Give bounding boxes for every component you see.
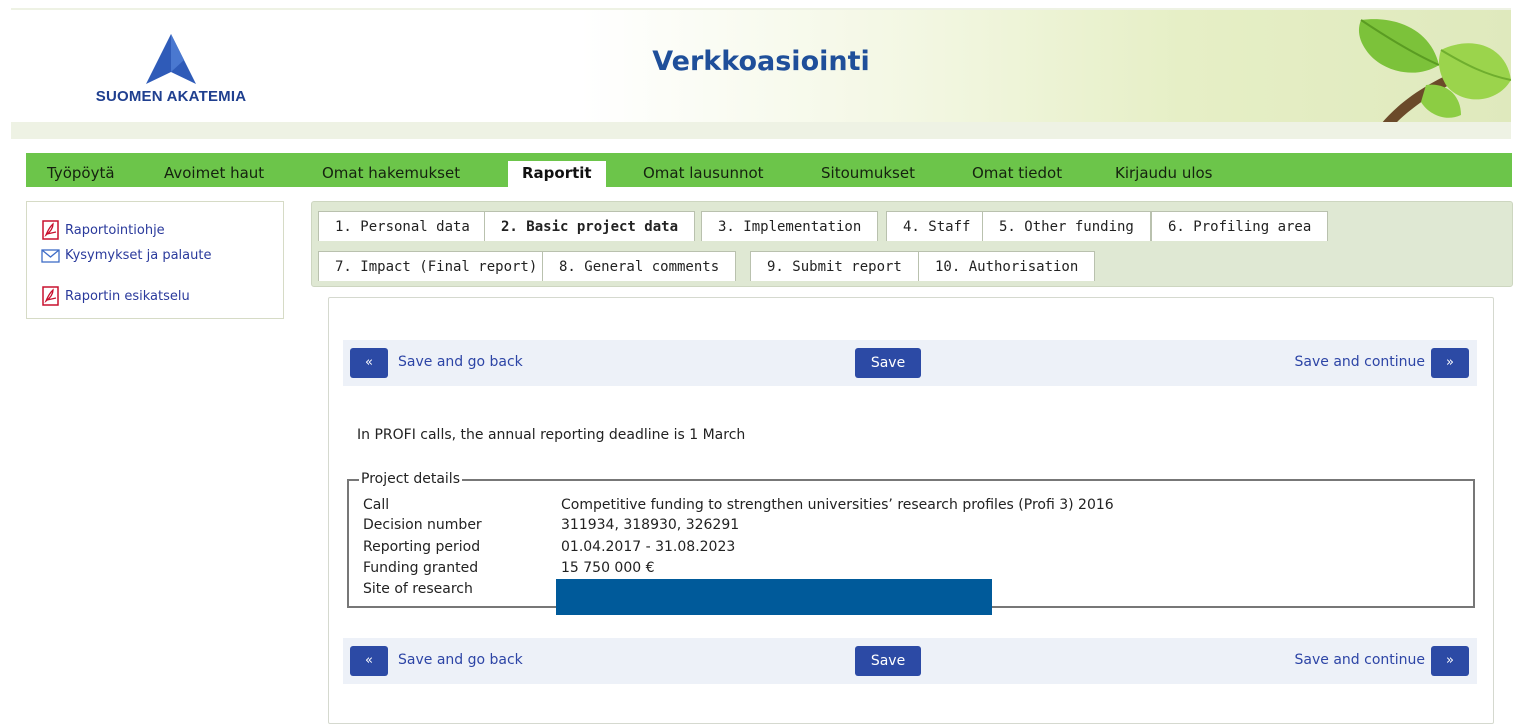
action-bar-bottom: « Save and go back Save Save and continu… [343,638,1477,684]
tab-general-comments[interactable]: 8. General comments [542,251,737,281]
detail-value: Competitive funding to strengthen univer… [561,497,1114,513]
reporting-deadline-notice: In PROFI calls, the annual reporting dea… [357,427,746,443]
nav-item-sitoumukset[interactable]: Sitoumukset [821,153,915,187]
detail-key: Reporting period [363,539,481,555]
save-and-continue-link[interactable]: Save and continue [1295,354,1425,370]
sidebar-link-raportointiohje[interactable]: Raportointiohje [41,220,165,240]
action-bar-top: « Save and go back Save Save and continu… [343,340,1477,386]
pdf-icon [42,286,59,306]
nav-item-kirjaudu-ulos[interactable]: Kirjaudu ulos [1115,153,1213,187]
tab-submit-report[interactable]: 9. Submit report [750,251,919,281]
site-title: Verkkoasiointi [652,46,870,77]
leaf-decoration-icon [1358,19,1511,124]
tab-other-funding[interactable]: 5. Other funding [982,211,1151,241]
save-button[interactable]: Save [855,348,921,378]
sidebar-link-label: Kysymykset ja palaute [65,248,212,263]
continue-button[interactable]: » [1431,348,1469,378]
mail-icon [41,248,60,263]
detail-key: Site of research [363,581,473,597]
tab-profiling-area[interactable]: 6. Profiling area [1151,211,1329,241]
detail-key: Call [363,497,390,513]
logo-text: SUOMEN AKATEMIA [95,88,247,105]
detail-value: 15 750 000 € [561,560,655,576]
back-button[interactable]: « [350,646,388,676]
tab-staff[interactable]: 4. Staff [886,211,988,241]
tab-implementation[interactable]: 3. Implementation [701,211,879,241]
detail-key: Funding granted [363,560,479,576]
tab-basic-project-data[interactable]: 2. Basic project data [484,211,696,241]
project-details-legend: Project details [359,471,462,487]
tab-personal-data[interactable]: 1. Personal data [318,211,487,241]
detail-value: 01.04.2017 - 31.08.2023 [561,539,736,555]
nav-item-tyopoyta[interactable]: Työpöytä [47,153,115,187]
nav-item-omat-hakemukset[interactable]: Omat hakemukset [322,153,460,187]
detail-row-decision-number: Decision number 311934, 318930, 326291 [363,517,739,533]
back-button[interactable]: « [350,348,388,378]
sidebar-link-kysymykset[interactable]: Kysymykset ja palaute [41,248,211,263]
site-header: SUOMEN AKATEMIA Verkkoasiointi [11,8,1511,124]
header-subbar [11,122,1511,139]
detail-key: Decision number [363,517,482,533]
save-and-go-back-link[interactable]: Save and go back [398,652,523,668]
nav-item-omat-tiedot[interactable]: Omat tiedot [972,153,1062,187]
tab-authorisation[interactable]: 10. Authorisation [918,251,1096,281]
sidebar-link-raportin-esikatselu[interactable]: Raportin esikatselu [41,286,190,306]
detail-row-call: Call Competitive funding to strengthen un… [363,497,1114,513]
tab-impact[interactable]: 7. Impact (Final report) [318,251,555,281]
save-button[interactable]: Save [855,646,921,676]
save-and-go-back-link[interactable]: Save and go back [398,354,523,370]
detail-value: 311934, 318930, 326291 [561,517,740,533]
detail-row-funding-granted: Funding granted 15 750 000 € [363,560,655,576]
nav-item-avoimet-haut[interactable]: Avoimet haut [164,153,264,187]
sidebar: Raportointiohje Kysymykset ja palaute Ra… [26,201,284,319]
save-and-continue-link[interactable]: Save and continue [1295,652,1425,668]
continue-button[interactable]: » [1431,646,1469,676]
pdf-icon [42,220,59,240]
redacted-block [556,579,992,615]
detail-row-site-of-research: Site of research [363,581,561,597]
sidebar-link-label: Raportin esikatselu [65,288,190,304]
main-nav: Työpöytä Avoimet haut Omat hakemukset Ra… [26,153,1512,187]
sidebar-link-label: Raportointiohje [65,222,165,238]
detail-row-reporting-period: Reporting period 01.04.2017 - 31.08.2023 [363,539,735,555]
nav-item-raportit[interactable]: Raportit [508,161,606,187]
nav-item-omat-lausunnot[interactable]: Omat lausunnot [643,153,764,187]
